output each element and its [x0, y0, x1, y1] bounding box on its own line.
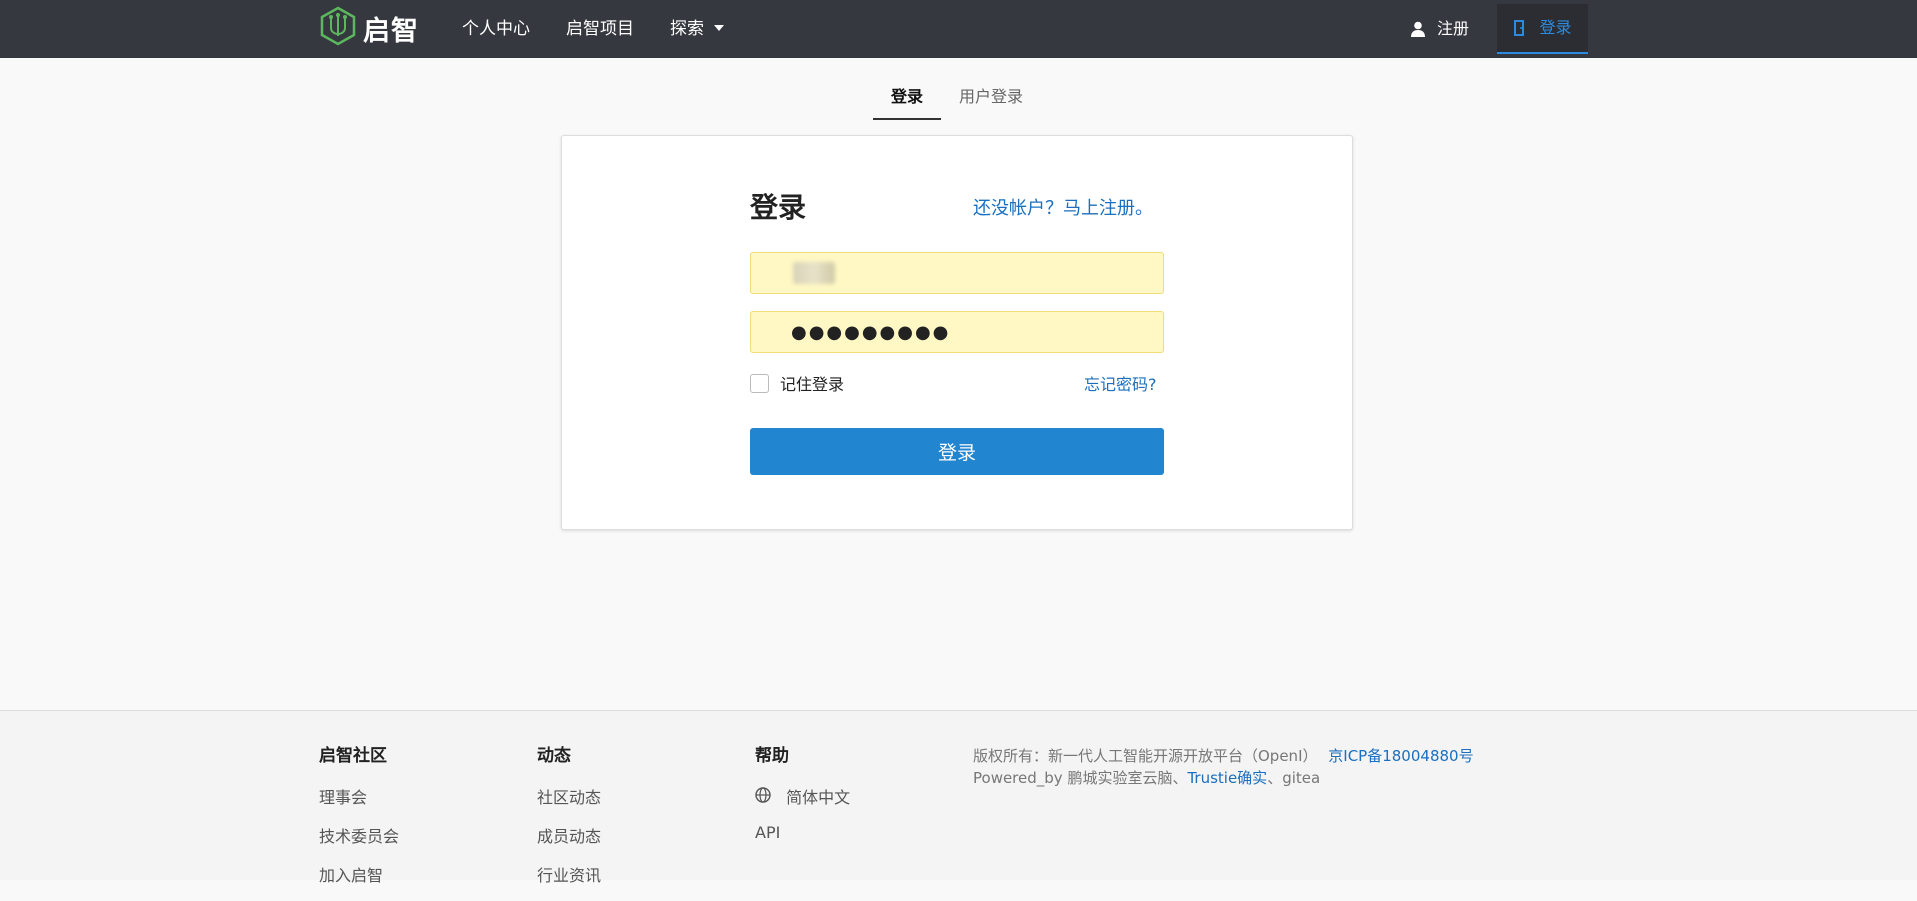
top-navbar: 启智 个人中心 启智项目 探索 注册 登录: [0, 0, 1917, 58]
remember-checkbox[interactable]: [750, 373, 769, 393]
logo[interactable]: 启智: [319, 6, 419, 50]
tab-user-login[interactable]: 用户登录: [941, 80, 1041, 118]
tab-login[interactable]: 登录: [873, 80, 942, 120]
caret-down-icon: [714, 25, 724, 31]
navbar-inner: 启智 个人中心 启智项目 探索 注册 登录: [319, 0, 1589, 58]
footer-col-help: 帮助 简体中文 API: [755, 741, 850, 857]
login-card: 登录 还没帐户？马上注册。 记住登录 忘记密码? 登录: [561, 135, 1353, 530]
remember-me[interactable]: 记住登录: [750, 371, 844, 395]
remember-label: 记住登录: [780, 375, 845, 394]
footer-heading: 动态: [537, 746, 571, 766]
nav-projects[interactable]: 启智项目: [566, 0, 634, 58]
footer: 启智社区 理事会 技术委员会 加入启智 动态 社区动态 成员动态 行业资讯 帮助…: [0, 710, 1917, 885]
footer-heading: 启智社区: [319, 746, 387, 766]
login-title: 登录: [750, 191, 807, 224]
copyright-block: 版权所有：新一代人工智能开源开放平台（OpenI） 京ICP备18004880号…: [973, 745, 1474, 789]
footer-col-community: 启智社区 理事会 技术委员会 加入启智: [319, 741, 399, 901]
login-door-icon: [1514, 20, 1525, 36]
footer-link-join[interactable]: 加入启智: [319, 862, 399, 886]
copyright-text: 版权所有：新一代人工智能开源开放平台（OpenI）: [973, 747, 1318, 765]
language-label: 简体中文: [786, 788, 851, 807]
forgot-password-link[interactable]: 忘记密码?: [1084, 371, 1157, 395]
login-label: 登录: [1539, 18, 1572, 37]
globe-icon: [755, 787, 771, 803]
footer-heading: 帮助: [755, 746, 789, 766]
redacted-username: [793, 262, 835, 284]
footer-link-member-news[interactable]: 成员动态: [537, 823, 601, 847]
nav-explore-label: 探索: [670, 19, 704, 39]
footer-link-community-news[interactable]: 社区动态: [537, 784, 601, 808]
powered-by-suffix: 、gitea: [1267, 769, 1321, 787]
logo-icon: [319, 6, 357, 50]
footer-link-council[interactable]: 理事会: [319, 784, 399, 808]
password-field[interactable]: [750, 311, 1164, 353]
logo-text: 启智: [363, 15, 419, 47]
username-field[interactable]: [750, 252, 1164, 294]
footer-link-industry-news[interactable]: 行业资讯: [537, 862, 601, 886]
login-link[interactable]: 登录: [1497, 4, 1588, 54]
register-link[interactable]: 注册: [1411, 0, 1469, 58]
signup-link[interactable]: 还没帐户？马上注册。: [973, 194, 1153, 220]
register-label: 注册: [1437, 19, 1470, 38]
user-icon: [1411, 21, 1425, 37]
nav-personal-center[interactable]: 个人中心: [462, 0, 530, 58]
nav-explore[interactable]: 探索: [670, 0, 724, 58]
password-input[interactable]: [751, 312, 1163, 352]
login-button[interactable]: 登录: [750, 428, 1164, 475]
footer-link-api[interactable]: API: [755, 823, 850, 842]
login-tabs: 登录 用户登录: [873, 80, 1041, 120]
footer-col-news: 动态 社区动态 成员动态 行业资讯: [537, 741, 601, 901]
footer-link-tech-committee[interactable]: 技术委员会: [319, 823, 399, 847]
powered-by-text: Powered_by 鹏城实验室云脑、: [973, 769, 1188, 787]
language-selector[interactable]: 简体中文: [755, 784, 850, 808]
icp-link[interactable]: 京ICP备18004880号: [1328, 747, 1473, 765]
trustie-link[interactable]: Trustie确实: [1187, 769, 1267, 787]
